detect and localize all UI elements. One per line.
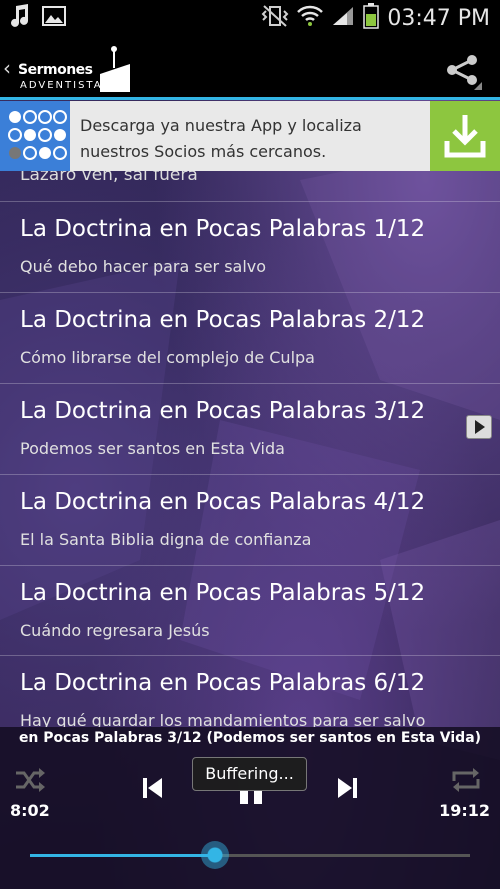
item-subtitle: Qué debo hacer para ser salvo bbox=[20, 257, 267, 276]
ad-banner[interactable]: Descarga ya nuestra App y localiza nuest… bbox=[0, 101, 500, 171]
pause-icon bbox=[240, 790, 262, 804]
item-subtitle: El la Santa Biblia digna de confianza bbox=[20, 530, 312, 549]
item-title: La Doctrina en Pocas Palabras 2/12 bbox=[20, 307, 426, 333]
item-subtitle: Cuándo regresara Jesús bbox=[20, 621, 210, 640]
app-logo[interactable]: Sermones ADVENTISTAS bbox=[16, 42, 136, 94]
share-icon bbox=[447, 55, 482, 90]
share-button[interactable] bbox=[444, 52, 484, 92]
pause-button[interactable] bbox=[238, 789, 264, 808]
repeat-icon bbox=[452, 768, 480, 792]
shuffle-button[interactable] bbox=[14, 767, 46, 797]
seek-bar-thumb[interactable] bbox=[200, 841, 229, 869]
download-button[interactable] bbox=[430, 101, 500, 171]
clock: 03:47 PM bbox=[387, 5, 490, 31]
action-bar: ‹ Sermones ADVENTISTAS bbox=[0, 36, 500, 100]
buffering-toast: Buffering... bbox=[192, 757, 307, 791]
list-item[interactable]: La Doctrina en Pocas Palabras 6/12 Hay q… bbox=[0, 656, 500, 727]
now-playing-icon bbox=[466, 415, 492, 439]
item-subtitle: Hay qué guardar los mandamientos para se… bbox=[20, 711, 426, 727]
list-item-partial-subtitle[interactable]: Lázaro ven, sal fuera bbox=[20, 171, 198, 185]
item-title: La Doctrina en Pocas Palabras 3/12 bbox=[20, 398, 426, 424]
list-item[interactable]: La Doctrina en Pocas Palabras 5/12 Cuánd… bbox=[0, 566, 500, 656]
back-chevron-icon[interactable]: ‹ bbox=[3, 56, 11, 80]
battery-icon bbox=[363, 3, 380, 33]
sermon-list: Lázaro ven, sal fuera La Doctrina en Poc… bbox=[0, 171, 500, 727]
list-item[interactable]: La Doctrina en Pocas Palabras 1/12 Qué d… bbox=[0, 202, 500, 292]
seek-bar[interactable] bbox=[30, 841, 470, 869]
previous-button[interactable] bbox=[140, 775, 166, 805]
elapsed-time: 8:02 bbox=[10, 801, 50, 820]
ad-app-icon[interactable] bbox=[0, 101, 70, 171]
music-note-icon bbox=[10, 4, 30, 32]
media-player: en Pocas Palabras 3/12 (Podemos ser sant… bbox=[0, 727, 500, 889]
total-duration: 19:12 bbox=[439, 801, 490, 820]
list-item[interactable]: La Doctrina en Pocas Palabras 2/12 Cómo … bbox=[0, 293, 500, 383]
logo-title: Sermones bbox=[18, 62, 93, 78]
item-title: La Doctrina en Pocas Palabras 6/12 bbox=[20, 670, 426, 696]
signal-icon bbox=[331, 5, 355, 31]
skip-previous-icon bbox=[143, 778, 162, 798]
download-icon bbox=[444, 115, 486, 158]
logo-subtitle: ADVENTISTAS bbox=[20, 80, 111, 91]
item-title: La Doctrina en Pocas Palabras 5/12 bbox=[20, 580, 426, 606]
item-title: La Doctrina en Pocas Palabras 4/12 bbox=[20, 489, 426, 515]
image-icon bbox=[42, 6, 66, 30]
wifi-icon bbox=[297, 4, 324, 32]
status-bar: 03:47 PM bbox=[0, 0, 500, 36]
ad-text[interactable]: Descarga ya nuestra App y localiza nuest… bbox=[80, 113, 420, 165]
item-subtitle: Cómo librarse del complejo de Culpa bbox=[20, 348, 315, 367]
next-button[interactable] bbox=[334, 775, 360, 805]
list-item-playing[interactable]: La Doctrina en Pocas Palabras 3/12 Podem… bbox=[0, 384, 500, 474]
seek-bar-progress bbox=[30, 854, 215, 857]
vibrate-mute-icon bbox=[261, 4, 289, 32]
item-subtitle: Podemos ser santos en Esta Vida bbox=[20, 439, 285, 458]
skip-next-icon bbox=[338, 778, 357, 798]
repeat-button[interactable] bbox=[450, 767, 482, 797]
now-playing-title: en Pocas Palabras 3/12 (Podemos ser sant… bbox=[18, 730, 482, 746]
item-title: La Doctrina en Pocas Palabras 1/12 bbox=[20, 216, 426, 242]
shuffle-icon bbox=[16, 768, 45, 792]
list-item[interactable]: La Doctrina en Pocas Palabras 4/12 El la… bbox=[0, 475, 500, 565]
